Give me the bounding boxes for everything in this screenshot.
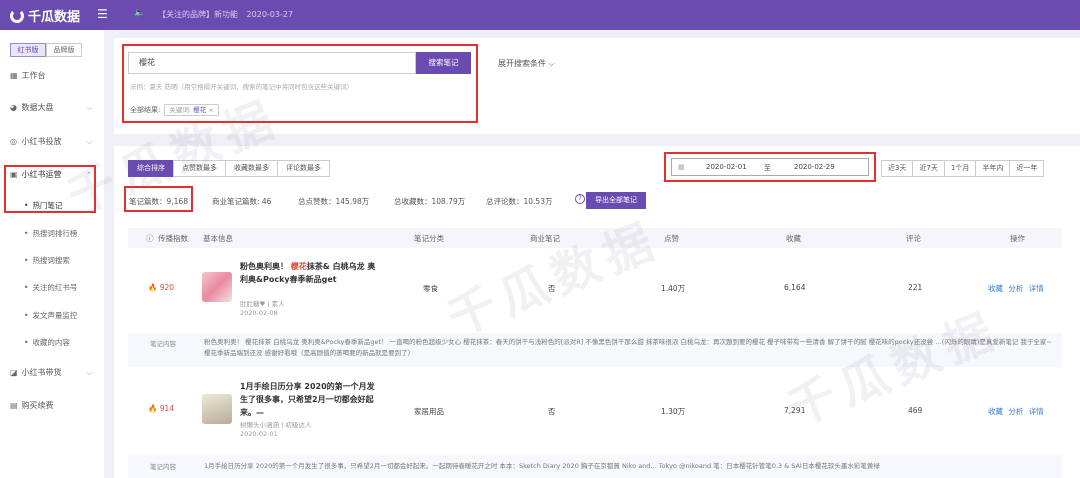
note-category: 家居用品 [414, 407, 444, 416]
announcement-date: 2020-03-27 [246, 10, 294, 19]
note-commercial: 否 [548, 407, 556, 416]
version-switch: 红书版 品牌版 [10, 43, 82, 57]
sidebar-item-label: 小红书带货 [21, 368, 62, 377]
sidebar-item-label: 小红书投放 [21, 137, 62, 146]
note-comments: 469 [908, 406, 923, 415]
col-comments[interactable]: 评论 [906, 233, 921, 244]
help-icon[interactable]: ⓘ [146, 233, 154, 244]
target-icon: ◎ [10, 137, 17, 146]
brand-name: 千瓜数据 [28, 10, 81, 25]
note-thumbnail[interactable] [202, 394, 232, 424]
sidebar-item-dashboard[interactable]: ◕ 数据大盘 ⌵ [0, 100, 104, 116]
quick-range-tabs: 近3天 近7天 1个月 半年内 近一年 [881, 160, 1045, 177]
col-favorites[interactable]: 收藏 [786, 233, 801, 244]
title-keyword: 樱花 [290, 262, 307, 271]
title-part: 1月手绘日历分享 [240, 382, 302, 391]
sidebar-item-workbench[interactable]: ▦ 工作台 [0, 68, 104, 84]
range-1-year[interactable]: 近一年 [1009, 160, 1045, 177]
note-content-row: 笔记内容 1月手绘日历分享 2020的第一个月发生了很多事，只希望2月一切都会好… [128, 455, 1062, 478]
stat-total-comments: 总评论数：10.53万 [486, 197, 553, 206]
note-title[interactable]: 粉色奥利奥！ 樱花抹茶& 白桃乌龙 奥利奥&Pocky春季新品get [240, 260, 380, 286]
content-label: 笔记内容 [150, 340, 176, 348]
chevron-down-icon: ⌵ [86, 104, 92, 112]
chart-icon: ◕ [10, 103, 17, 112]
spread-index: 🔥 920 [148, 283, 175, 292]
version-red[interactable]: 红书版 [10, 43, 46, 57]
announcement[interactable]: 【关注的品牌】新功能 2020-03-27 [158, 9, 299, 20]
sidebar-item-purchase[interactable]: ▤ 购买续费 [0, 398, 104, 414]
note-date: 2020-02-01 [240, 430, 278, 438]
sub-item-followed-accounts[interactable]: 关注的红书号 [24, 282, 77, 293]
help-icon[interactable]: ? [575, 194, 585, 204]
title-part: 粉色奥利奥！ [240, 262, 288, 271]
title-part: 抹茶& [306, 262, 330, 271]
row-actions[interactable]: 收藏 分析 详情 [988, 283, 1044, 294]
version-brand[interactable]: 品牌版 [46, 43, 82, 57]
menu-toggle-icon[interactable]: ☰ [97, 7, 108, 21]
note-likes: 1.40万 [661, 284, 686, 293]
chevron-down-icon: ⌵ [548, 59, 555, 68]
sidebar-item-commerce[interactable]: ◪ 小红书带货 ⌵ [0, 365, 104, 381]
sub-item-volume-monitor[interactable]: 发文声量监控 [24, 310, 77, 321]
col-likes[interactable]: 点赞 [664, 233, 679, 244]
col-category: 笔记分类 [414, 234, 444, 243]
cart-icon: ◪ [10, 368, 18, 377]
note-title[interactable]: 1月手绘日历分享 2020的第一个月发生了很多事，只希望2月一切都会好起来。— [240, 380, 380, 419]
highlight-box-search [122, 44, 478, 123]
sub-item-hot-words-rank[interactable]: 热搜词排行榜 [24, 228, 77, 239]
sidebar-item-label: 购买续费 [21, 401, 54, 410]
spread-index-value: 914 [159, 404, 175, 413]
announcement-text: 【关注的品牌】新功能 [158, 10, 238, 19]
grid-icon: ▦ [10, 71, 18, 80]
sidebar: 红书版 品牌版 ▦ 工作台 ◕ 数据大盘 ⌵ ◎ 小红书投放 ⌵ ▣ 小红书运营 ⌃ … [0, 30, 104, 478]
row-actions[interactable]: 收藏 分析 详情 [988, 406, 1044, 417]
wallet-icon: ▤ [10, 401, 18, 410]
range-7-days[interactable]: 近7天 [912, 160, 945, 177]
sub-item-hot-words-search[interactable]: 热搜词搜索 [24, 255, 70, 266]
expand-label: 展开搜索条件 [498, 59, 546, 68]
sidebar-item-ads[interactable]: ◎ 小红书投放 ⌵ [0, 134, 104, 150]
sidebar-item-label: 数据大盘 [21, 103, 54, 112]
note-thumbnail[interactable] [202, 272, 232, 302]
sub-item-favorites[interactable]: 收藏的内容 [24, 337, 70, 348]
announcement-icon: 🔈 [134, 8, 146, 18]
top-bar: 千瓜数据 ☰ 🔈 【关注的品牌】新功能 2020-03-27 [0, 0, 1080, 30]
title-part: 白桃乌龙 [332, 262, 365, 271]
tab-most-comments[interactable]: 评论数最多 [277, 160, 330, 177]
stat-total-likes: 总点赞数：145.98万 [298, 197, 370, 206]
col-actions: 操作 [1010, 234, 1025, 243]
stat-total-favorites: 总收藏数：108.79万 [394, 197, 466, 206]
range-3-days[interactable]: 近3天 [881, 160, 914, 177]
range-half-year[interactable]: 半年内 [975, 160, 1011, 177]
note-content: 1月手绘日历分享 2020的第一个月发生了很多事，只希望2月一切都会好起来。一起… [204, 462, 880, 470]
note-comments: 221 [908, 283, 923, 292]
content-label: 笔记内容 [150, 463, 176, 471]
col-spread-index[interactable]: 传播指数 [158, 233, 188, 244]
logo[interactable]: 千瓜数据 [10, 6, 80, 25]
highlight-box-date [664, 152, 876, 182]
sidebar-item-label: 工作台 [21, 71, 46, 80]
spread-index: 🔥 914 [148, 404, 175, 413]
logo-icon [10, 8, 24, 23]
note-date: 2020-02-08 [240, 309, 278, 317]
expand-conditions[interactable]: 展开搜索条件 ⌵ [498, 58, 555, 69]
note-likes: 1.30万 [661, 407, 686, 416]
note-author[interactable]: 肚肚糖♥ | 素人 [240, 298, 285, 308]
stat-commercial-count: 商业笔记篇数: 46 [212, 197, 272, 206]
spread-index-value: 920 [159, 283, 175, 292]
col-basic-info: 基本信息 [203, 234, 233, 243]
note-author[interactable]: 树懒头小涵涵 | 初级达人 [240, 419, 311, 429]
chevron-down-icon: ⌵ [86, 369, 92, 377]
note-favorites: 6,164 [784, 283, 806, 292]
range-1-month[interactable]: 1个月 [943, 160, 977, 177]
